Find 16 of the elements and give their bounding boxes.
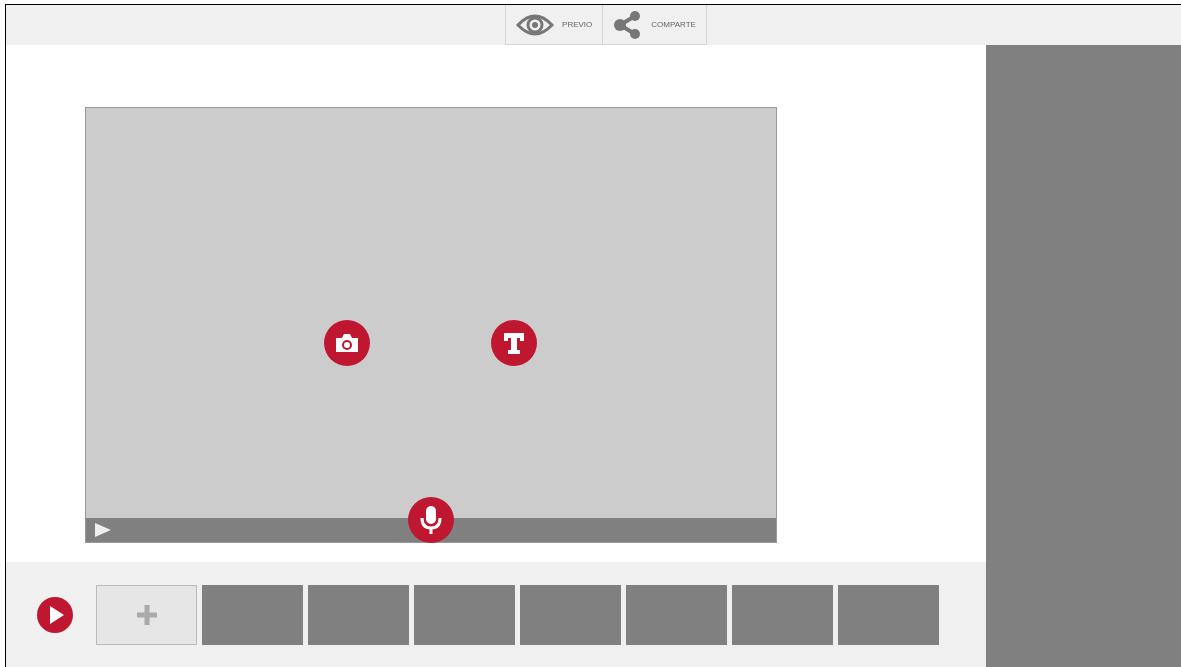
camera-icon[interactable] bbox=[324, 320, 370, 366]
text-tool-icon[interactable] bbox=[491, 320, 537, 366]
slide-thumbnail[interactable] bbox=[520, 584, 621, 645]
slide-thumbnail[interactable] bbox=[414, 584, 515, 645]
plus-icon bbox=[134, 602, 159, 627]
slide-thumbnail[interactable] bbox=[202, 584, 303, 645]
microphone-icon[interactable] bbox=[408, 497, 454, 543]
slide-thumbnail[interactable] bbox=[732, 584, 833, 645]
slide-thumbnail[interactable] bbox=[838, 584, 939, 645]
play-icon[interactable] bbox=[95, 523, 111, 537]
play-icon[interactable] bbox=[37, 596, 73, 633]
share-button[interactable]: COMPARTE bbox=[603, 5, 707, 45]
slide-thumbnail[interactable] bbox=[626, 584, 727, 645]
slide-thumbnail[interactable] bbox=[308, 584, 409, 645]
add-slide-button[interactable] bbox=[96, 584, 197, 645]
preview-button[interactable]: PREVIO bbox=[505, 5, 604, 45]
